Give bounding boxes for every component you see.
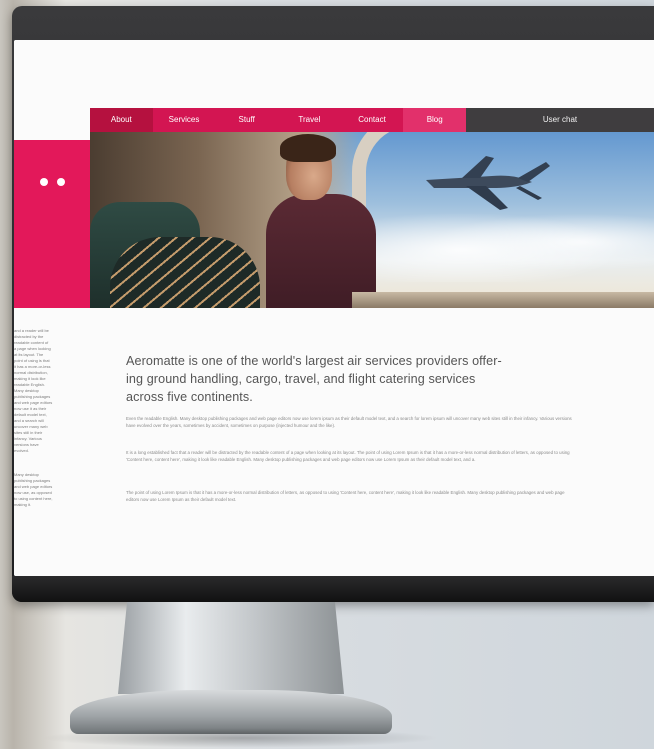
clouds [370, 202, 654, 282]
airplane-icon [426, 156, 550, 210]
hero-image [90, 132, 654, 308]
nav-item-travel[interactable]: Travel [278, 108, 341, 132]
dot-icon [40, 178, 48, 186]
window-sill [352, 292, 654, 308]
sidebar-text: Many desktop publishing packages and web… [14, 472, 53, 507]
monitor: About Services Stuff Travel Contact Blog… [12, 6, 654, 602]
nav-item-blog[interactable]: Blog [403, 108, 467, 132]
nav-item-about[interactable]: About [90, 108, 153, 132]
webpage: About Services Stuff Travel Contact Blog… [14, 40, 654, 576]
sidebar-text: and a reader will be distracted by the r… [14, 328, 53, 453]
body-paragraph: It is a long established fact that a rea… [126, 450, 570, 462]
body-paragraph: The point of using Lorem Ipsum is that i… [126, 490, 565, 502]
seat [110, 237, 260, 308]
body-paragraph: Even the readable English. Many desktop … [126, 416, 572, 428]
stand-shadow [40, 728, 440, 748]
nav-item-stuff[interactable]: Stuff [215, 108, 278, 132]
nav-item-contact[interactable]: Contact [341, 108, 404, 132]
dot-icon [57, 178, 65, 186]
monitor-screen: About Services Stuff Travel Contact Blog… [14, 40, 654, 576]
user-chat-button[interactable]: User chat [466, 108, 654, 132]
monitor-stand [118, 602, 344, 694]
monitor-bezel-bottom [12, 576, 654, 602]
nav-item-services[interactable]: Services [153, 108, 216, 132]
headline: Aeromatte is one of the world's largest … [126, 354, 502, 404]
accent-block [14, 140, 90, 308]
passenger-hair [280, 134, 336, 162]
dots-decoration [40, 178, 65, 186]
main-nav: About Services Stuff Travel Contact Blog [90, 108, 467, 132]
passenger [266, 194, 376, 308]
